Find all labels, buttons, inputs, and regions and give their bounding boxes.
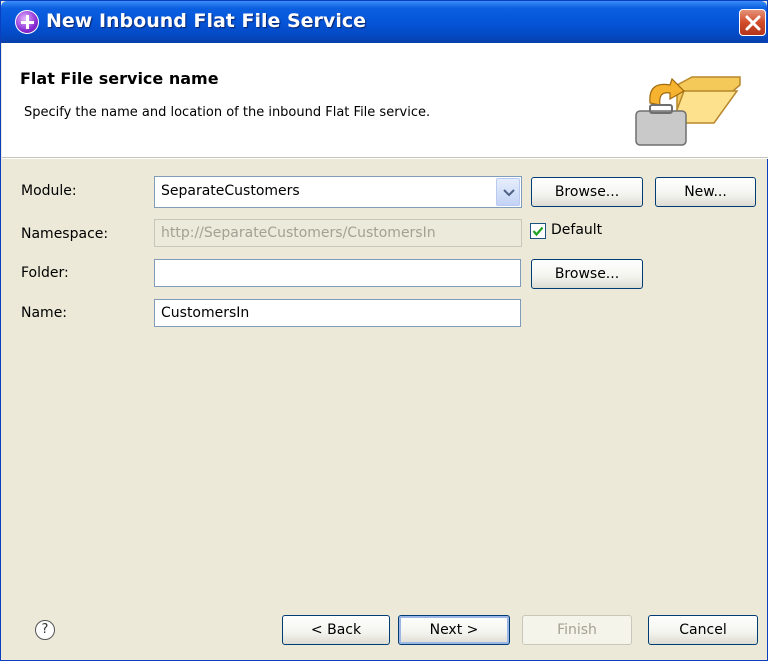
- window-title: New Inbound Flat File Service: [46, 10, 366, 32]
- page-title: Flat File service name: [20, 69, 219, 88]
- namespace-label: Namespace:: [21, 226, 109, 242]
- name-value: CustomersIn: [161, 305, 250, 321]
- module-select[interactable]: SeparateCustomers: [154, 176, 522, 208]
- default-checkbox-label[interactable]: Default: [551, 222, 602, 238]
- page-description: Specify the name and location of the inb…: [24, 105, 431, 120]
- back-button[interactable]: < Back: [282, 615, 390, 645]
- wizard-folder-icon: [635, 76, 741, 146]
- chevron-down-icon: [503, 189, 515, 197]
- plus-icon: [15, 10, 39, 34]
- finish-button[interactable]: Finish: [522, 615, 632, 645]
- namespace-value: http://SeparateCustomers/CustomersIn: [161, 225, 436, 241]
- dropdown-button[interactable]: [496, 178, 520, 206]
- title-bar[interactable]: New Inbound Flat File Service: [1, 1, 767, 43]
- module-label: Module:: [21, 183, 77, 199]
- cancel-button[interactable]: Cancel: [648, 615, 758, 645]
- checkmark-icon: [532, 226, 544, 237]
- header-divider: [2, 157, 768, 159]
- folder-browse-button[interactable]: Browse...: [531, 259, 643, 289]
- help-icon[interactable]: ?: [35, 620, 55, 640]
- namespace-field: http://SeparateCustomers/CustomersIn: [154, 219, 522, 247]
- folder-input[interactable]: [154, 259, 521, 287]
- module-browse-button[interactable]: Browse...: [531, 177, 643, 207]
- next-button[interactable]: Next >: [398, 615, 510, 645]
- module-value: SeparateCustomers: [161, 183, 300, 199]
- name-label: Name:: [21, 305, 68, 321]
- wizard-header: Flat File service name Specify the name …: [2, 43, 768, 157]
- name-input[interactable]: CustomersIn: [154, 299, 521, 327]
- folder-label: Folder:: [21, 265, 69, 281]
- module-new-button[interactable]: New...: [655, 177, 756, 207]
- close-icon: [745, 15, 761, 31]
- close-button[interactable]: [739, 9, 766, 36]
- default-checkbox[interactable]: [530, 223, 546, 239]
- wizard-dialog: New Inbound Flat File Service Flat File …: [0, 0, 768, 661]
